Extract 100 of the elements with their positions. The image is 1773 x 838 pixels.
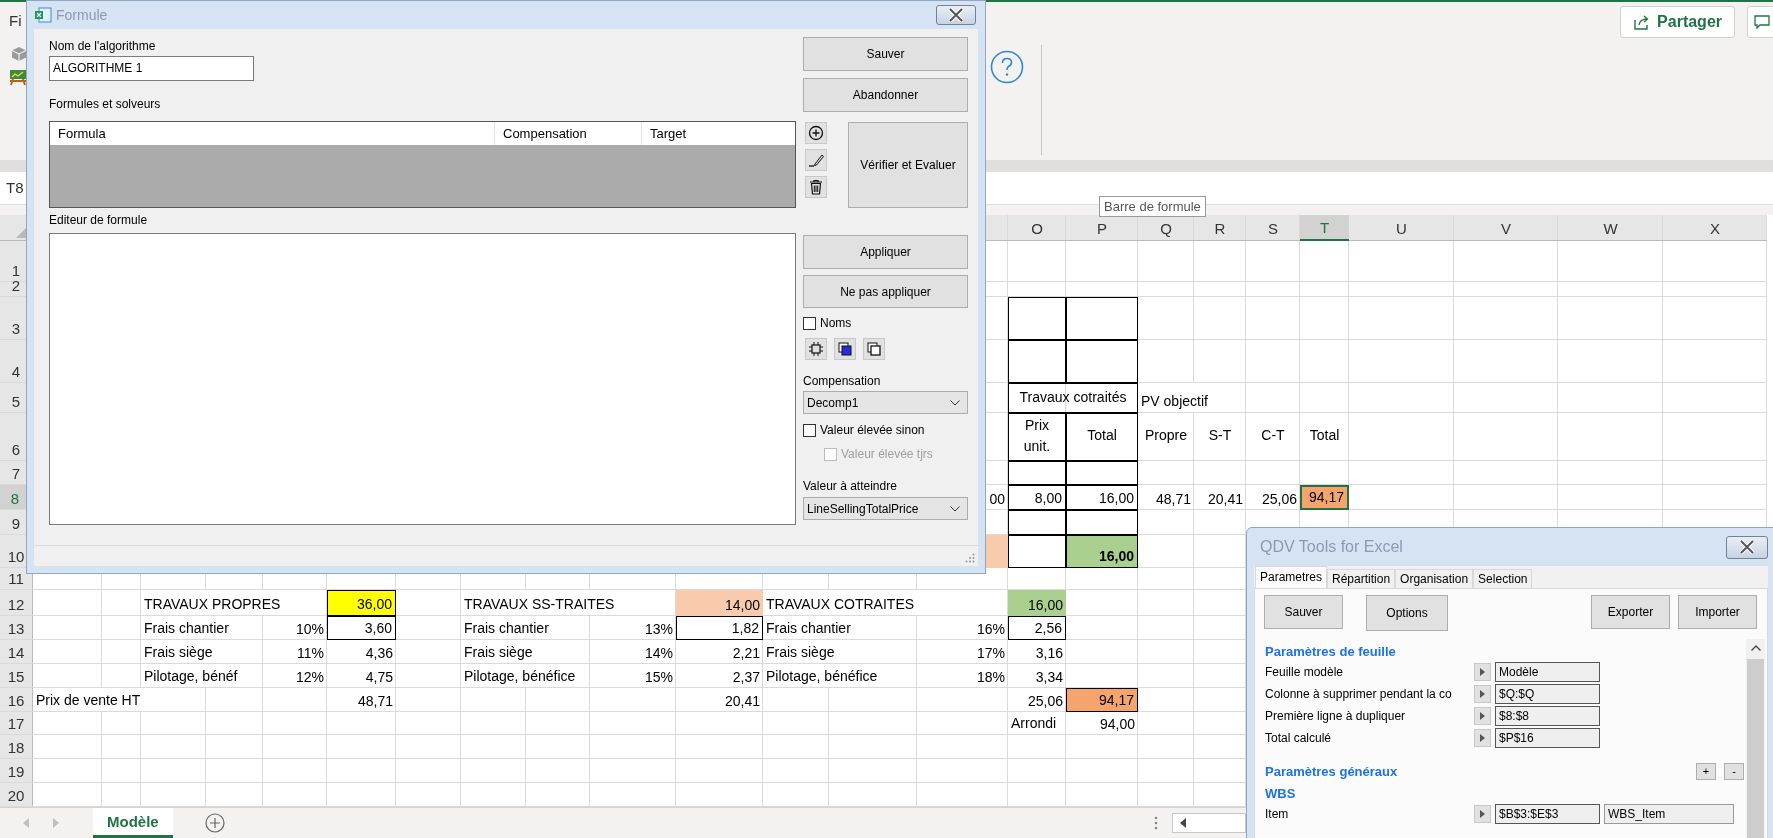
checkbox-label: Valeur élevée tjrs <box>841 447 933 461</box>
table-cell-text: Total <box>1308 426 1341 445</box>
table-cell: 16,00 <box>1008 590 1066 616</box>
value-field[interactable]: $B$3:$E$3 <box>1495 804 1600 824</box>
table-cell: 36,00 <box>327 590 396 616</box>
value-field[interactable]: $8:$8 <box>1495 706 1600 726</box>
table-cell-text: 16% <box>975 620 1006 639</box>
column-header[interactable]: U <box>1349 215 1454 241</box>
window-title: Formule <box>56 7 108 23</box>
small-button[interactable]: - <box>1724 762 1744 780</box>
table-cell-text: 18% <box>975 668 1006 687</box>
table-cell-text: 48,71 <box>356 692 394 711</box>
row-header[interactable]: 16 <box>0 688 32 711</box>
row-header[interactable]: 19 <box>0 759 32 782</box>
column-header[interactable]: P <box>1066 215 1138 241</box>
compensation-dropdown[interactable]: Decomp1 <box>803 391 968 414</box>
value-field[interactable]: $P$16 <box>1495 728 1600 748</box>
property-label: Colonne à supprimer pendant la co <box>1265 687 1453 701</box>
column-header[interactable]: W <box>1558 215 1663 241</box>
sheet-tab[interactable]: Modèle <box>93 808 173 838</box>
column-header[interactable]: X <box>1663 215 1767 241</box>
table-cell: 1,82 <box>676 616 763 640</box>
property-label: Item <box>1265 807 1290 821</box>
field-label: Compensation <box>803 374 881 388</box>
row-header[interactable]: 14 <box>0 640 32 663</box>
column-header[interactable]: R <box>1194 215 1246 241</box>
save-button[interactable]: Sauver <box>803 37 968 71</box>
target-dropdown[interactable]: LineSellingTotalPrice <box>803 497 968 520</box>
table-cell-text: 3,34 <box>1034 668 1064 687</box>
table-cell-text: 3,16 <box>1034 644 1064 663</box>
table-cell-text: 10% <box>294 620 325 639</box>
name-box[interactable]: T8 <box>0 172 28 204</box>
table-cell-text: 2,21 <box>731 644 761 663</box>
table-cell-text: 25,06 <box>1026 692 1064 711</box>
table-cell: 2,56 <box>1008 616 1066 640</box>
tab[interactable]: Parametres <box>1255 566 1328 588</box>
column-header[interactable]: Q <box>1138 215 1194 241</box>
section-heading: Paramètres généraux <box>1265 763 1398 779</box>
name-field[interactable]: ALGORITHME 1 <box>49 56 254 81</box>
column-header[interactable]: T <box>1300 215 1349 241</box>
column-header[interactable]: O <box>1008 215 1066 241</box>
table-cell-text: 2,37 <box>731 668 761 687</box>
section-heading: WBS <box>1265 785 1296 801</box>
checkbox-label: Noms <box>820 316 852 330</box>
cancel-button[interactable]: Abandonner <box>803 78 968 112</box>
share-button[interactable]: Partager <box>1620 6 1735 38</box>
table-cell: 94,17 <box>1300 485 1349 510</box>
row-header[interactable]: 17 <box>0 712 32 734</box>
table-cell-text: 12% <box>294 668 325 687</box>
small-button[interactable]: + <box>1696 762 1716 780</box>
table-cell-text: 11% <box>296 644 325 663</box>
tab[interactable]: Selection <box>1473 569 1533 588</box>
table-cell-text: 4,36 <box>364 644 394 663</box>
menu-tab[interactable]: Fi <box>9 12 22 29</box>
table-cell: Travaux cotraités <box>1008 383 1138 413</box>
verify-button[interactable]: Vérifier et Evaluer <box>848 122 968 208</box>
table-cell-text: 94,00 <box>1098 715 1136 734</box>
option-dropdown[interactable]: WBS_Item <box>1604 804 1734 824</box>
table-cell-text: Propre <box>1144 426 1188 445</box>
discard-button[interactable]: Ne pas appliquer <box>803 275 968 308</box>
value-field[interactable]: Modèle <box>1495 662 1600 682</box>
tab[interactable]: Répartition <box>1327 569 1396 588</box>
column-header[interactable]: Target <box>642 122 795 145</box>
table-cell-text: 17% <box>975 644 1006 663</box>
panel-button[interactable]: Importer <box>1678 595 1757 629</box>
panel-button[interactable]: Exporter <box>1591 595 1670 629</box>
section-label: Formules et solveurs <box>49 97 161 111</box>
table-cell-text: 48,71 <box>1154 490 1192 509</box>
panel-button[interactable]: Sauver <box>1264 595 1343 629</box>
table-cell: 16,00 <box>1066 535 1138 568</box>
property-label: Première ligne à dupliquer <box>1265 709 1407 723</box>
checkbox-label: Valeur élevée sinon <box>820 423 925 437</box>
property-label: Feuille modèle <box>1265 665 1345 679</box>
table-cell-text: 4,75 <box>364 668 394 687</box>
table-cell-text: 25,06 <box>1260 490 1298 509</box>
table-cell-text: 14% <box>643 644 674 663</box>
window-title: QDV Tools for Excel <box>1260 538 1403 556</box>
row-header[interactable]: 11 <box>0 568 32 589</box>
tab[interactable]: Organisation <box>1395 569 1474 588</box>
table-cell: 3,60 <box>327 616 396 640</box>
table-cell-text: 00 <box>988 490 1006 509</box>
row-header[interactable]: 15 <box>0 664 32 687</box>
apply-button[interactable]: Appliquer <box>803 235 968 269</box>
table-cell-text: 13% <box>643 620 674 639</box>
field-label: Valeur à atteindre <box>803 479 897 493</box>
panel-button[interactable]: Options <box>1366 595 1448 631</box>
row-header[interactable]: 20 <box>0 783 32 806</box>
row-header[interactable]: 18 <box>0 735 32 758</box>
field-label: Nom de l'algorithme <box>49 39 156 53</box>
table-cell-text: S-T <box>1207 426 1233 445</box>
table-cell: 14,00 <box>676 590 763 616</box>
value-field[interactable]: $Q:$Q <box>1495 684 1600 704</box>
row-header[interactable]: 13 <box>0 616 32 639</box>
table-cell-text: 20,41 <box>723 692 761 711</box>
table-cell: TRAVAUX COTRAITES <box>763 590 918 615</box>
table-cell-text: 15% <box>643 668 674 687</box>
column-header[interactable]: S <box>1246 215 1300 241</box>
row-header[interactable]: 12 <box>0 590 32 615</box>
table-cell: 16,00 <box>1066 485 1138 510</box>
column-header[interactable]: V <box>1454 215 1558 241</box>
